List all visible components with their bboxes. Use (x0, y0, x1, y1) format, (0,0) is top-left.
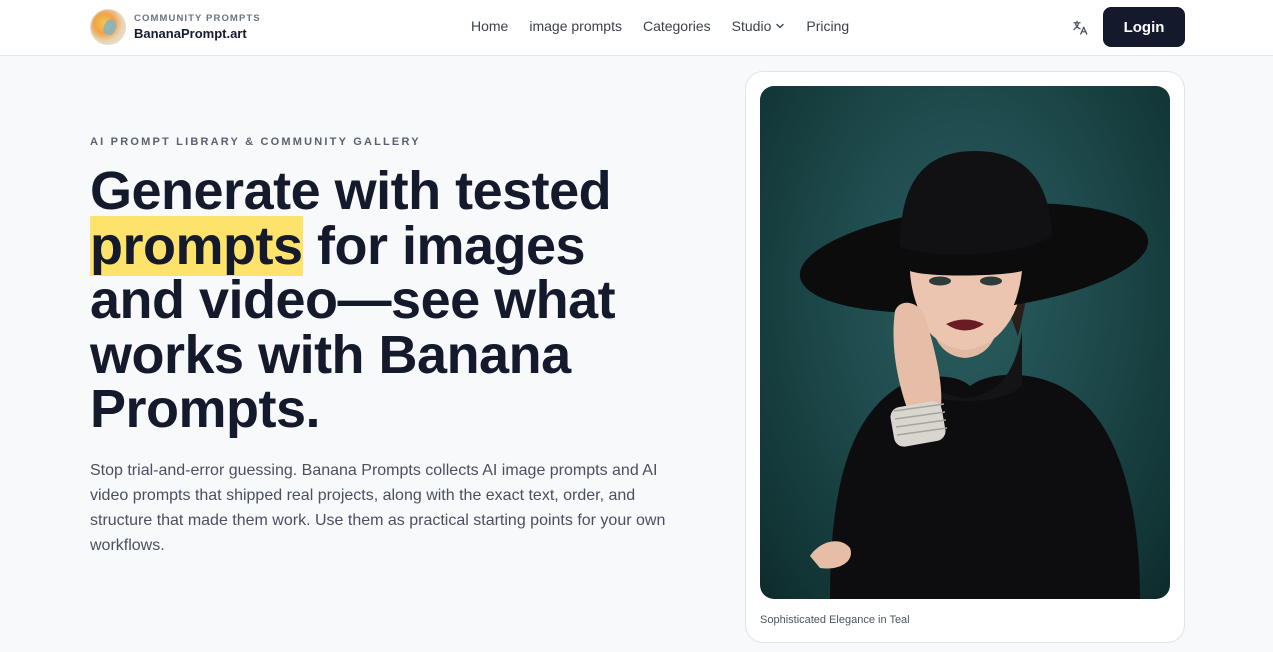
translate-icon[interactable] (1069, 17, 1091, 39)
nav-pricing[interactable]: Pricing (806, 18, 849, 34)
showcase-card[interactable]: Sophisticated Elegance in Teal (745, 71, 1185, 643)
brand-name: BananaPrompt.art (134, 25, 247, 41)
hero-description: Stop trial-and-error guessing. Banana Pr… (90, 462, 666, 554)
nav-image-prompts[interactable]: image prompts (529, 18, 622, 34)
nav-categories[interactable]: Categories (643, 18, 711, 34)
hero-eyebrow: AI PROMPT LIBRARY & COMMUNITY GALLERY (90, 136, 421, 148)
login-button[interactable]: Login (1103, 7, 1185, 47)
chevron-down-icon (776, 23, 785, 29)
portrait-illustration (799, 151, 1149, 599)
showcase-image[interactable] (760, 86, 1170, 599)
main-nav: Home image prompts Categories Studio Pri… (471, 18, 849, 34)
brand-tagline: COMMUNITY PROMPTS (134, 13, 261, 25)
image-caption: Sophisticated Elegance in Teal (760, 614, 910, 626)
nav-home[interactable]: Home (471, 18, 508, 34)
headline-part-1: Generate with tested (90, 161, 612, 221)
brand-link[interactable]: COMMUNITY PROMPTS BananaPrompt.art (90, 9, 261, 45)
brand-text: COMMUNITY PROMPTS BananaPrompt.art (134, 14, 261, 40)
brand-logo (90, 9, 126, 45)
hero-headline: Generate with tested prompts for images … (90, 164, 690, 437)
nav-studio[interactable]: Studio (732, 18, 786, 34)
headline-highlight: prompts (90, 215, 303, 276)
nav-studio-label: Studio (731, 18, 772, 34)
top-navbar: COMMUNITY PROMPTS BananaPrompt.art Home … (0, 0, 1273, 56)
